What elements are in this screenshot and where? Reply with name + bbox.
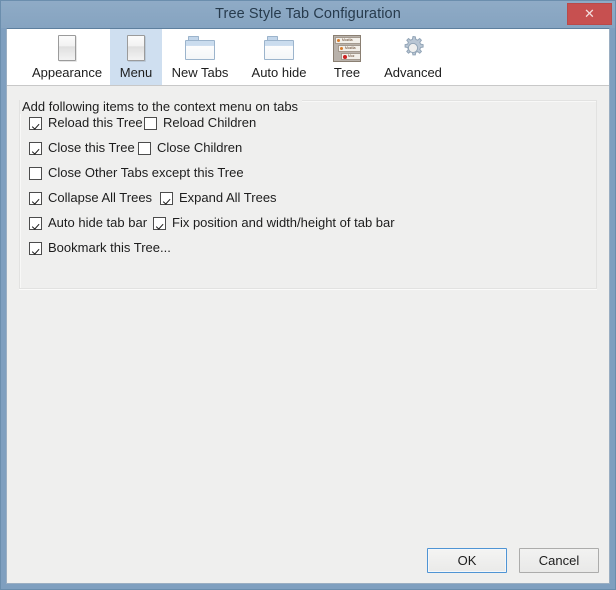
title-bar: Tree Style Tab Configuration ✕ [1, 1, 615, 28]
checkbox-row: Collapse All Trees Expand All Trees [7, 191, 609, 207]
checkbox-checked-icon[interactable] [29, 241, 42, 255]
checkbox-bookmark-this-tree[interactable]: Bookmark this Tree... [29, 241, 171, 255]
checkbox-reload-children[interactable]: Reload Children [144, 116, 256, 130]
checkbox-checked-icon[interactable] [29, 191, 42, 205]
checkbox-close-other-tabs-except-this-tree[interactable]: Close Other Tabs except this Tree [29, 166, 244, 180]
tab-auto-hide[interactable]: Auto hide [238, 29, 320, 85]
checkbox-label: Close Children [157, 140, 243, 155]
checkbox-row: Reload this Tree Reload Children [7, 116, 609, 132]
checkbox-label: Auto hide tab bar [48, 215, 148, 230]
checkbox-reload-this-tree[interactable]: Reload this Tree [29, 116, 143, 130]
tab-bar-icon [58, 35, 76, 61]
checkbox-row: Bookmark this Tree... [7, 241, 609, 257]
cancel-button[interactable]: Cancel [519, 548, 599, 573]
checkbox-checked-icon[interactable] [29, 116, 42, 130]
dialog-window: Tree Style Tab Configuration ✕ Appearanc… [0, 0, 616, 590]
tab-new-tabs[interactable]: New Tabs [162, 29, 238, 85]
checkbox-auto-hide-tab-bar[interactable]: Auto hide tab bar [29, 216, 147, 230]
tree-list-icon: Mozilla Mozilla Moz [333, 34, 361, 62]
checkbox-unchecked-icon[interactable] [138, 141, 151, 155]
tab-bar-icon [127, 35, 145, 61]
dialog-footer: OK Cancel [427, 548, 599, 573]
checkbox-label: Reload Children [163, 115, 257, 130]
tab-label: Advanced [384, 65, 442, 80]
checkbox-close-this-tree[interactable]: Close this Tree [29, 141, 135, 155]
tab-label: Auto hide [251, 65, 307, 80]
client-area: Appearance Menu New Tabs Auto hide Mozilla Mo… [6, 28, 610, 584]
folder-icon [185, 36, 215, 60]
checkbox-collapse-all-trees[interactable]: Collapse All Trees [29, 191, 152, 205]
checkbox-checked-icon[interactable] [153, 216, 166, 230]
checkbox-label: Close Other Tabs except this Tree [48, 165, 244, 180]
checkbox-label: Reload this Tree [48, 115, 143, 130]
tab-advanced[interactable]: Advanced [374, 29, 452, 85]
checkbox-label: Expand All Trees [179, 190, 277, 205]
checkbox-checked-icon[interactable] [29, 141, 42, 155]
checkbox-row: Close this Tree Close Children [7, 141, 609, 157]
checkbox-checked-icon[interactable] [29, 216, 42, 230]
tab-menu[interactable]: Menu [110, 29, 162, 85]
checkbox-row: Auto hide tab bar Fix position and width/… [7, 216, 609, 232]
folder-icon [264, 36, 294, 60]
checkbox-label: Collapse All Trees [48, 190, 153, 205]
tab-label: New Tabs [171, 65, 229, 80]
checkbox-label: Fix position and width/height of tab bar [172, 215, 395, 230]
tab-tree[interactable]: Mozilla Mozilla Moz Tree [320, 29, 374, 85]
checkbox-label: Bookmark this Tree... [48, 240, 171, 255]
checkbox-row: Close Other Tabs except this Tree [7, 166, 609, 182]
window-title: Tree Style Tab Configuration [215, 6, 401, 22]
checkbox-label: Close this Tree [48, 140, 135, 155]
checkbox-close-children[interactable]: Close Children [138, 141, 242, 155]
tab-strip: Appearance Menu New Tabs Auto hide Mozilla Mo… [7, 29, 609, 86]
checkbox-expand-all-trees[interactable]: Expand All Trees [160, 191, 277, 205]
tab-appearance[interactable]: Appearance [24, 29, 110, 85]
gear-icon [404, 35, 424, 56]
group-legend: Add following items to the context menu … [20, 99, 303, 114]
close-icon[interactable]: ✕ [567, 3, 612, 25]
checkbox-unchecked-icon[interactable] [29, 166, 42, 180]
tab-label: Tree [333, 65, 361, 80]
ok-button[interactable]: OK [427, 548, 507, 573]
tab-label: Menu [119, 65, 153, 80]
checkbox-checked-icon[interactable] [160, 191, 173, 205]
tab-label: Appearance [31, 65, 103, 80]
checkbox-unchecked-icon[interactable] [144, 116, 157, 130]
checkbox-fix-position-and-size-of-tab-bar[interactable]: Fix position and width/height of tab bar [153, 216, 395, 230]
